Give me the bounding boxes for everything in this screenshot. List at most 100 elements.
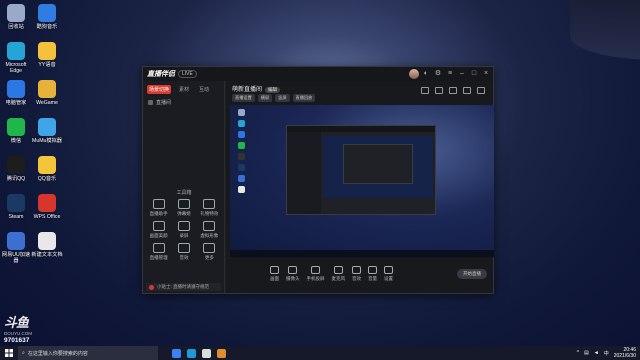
room-chip[interactable]: 直播回放 xyxy=(292,94,316,102)
nested-preview-window xyxy=(286,125,436,215)
desktop-icon[interactable]: YY语音 xyxy=(31,42,63,68)
control-icon xyxy=(270,266,279,274)
tool-label: 直播管理 xyxy=(149,255,168,260)
desktop-icon[interactable]: 酷狗音乐 xyxy=(31,4,63,30)
skin-icon[interactable]: ◐ xyxy=(422,70,430,78)
tool-icon xyxy=(177,199,190,209)
desktop-icon[interactable]: 回收站 xyxy=(0,4,32,30)
desktop-icon[interactable]: 新建文本文档 xyxy=(31,232,63,258)
close-icon[interactable]: × xyxy=(482,70,490,78)
control-button[interactable]: 摄像头 xyxy=(286,266,300,282)
layout-icon[interactable] xyxy=(421,87,429,94)
desktop-icon[interactable]: 微信 xyxy=(0,118,32,144)
desktop-icon[interactable]: 网易UU加速器 xyxy=(0,232,32,264)
portrait-icon[interactable] xyxy=(463,87,471,94)
control-button[interactable]: 画面 xyxy=(270,266,279,282)
left-footer-text: 小贴士: 直播时请遵守规范 xyxy=(157,284,209,289)
wechat-icon xyxy=(7,118,25,136)
douyu-watermark: 斗鱼 DOUYU.COM 9701637 xyxy=(4,312,44,344)
tool-button[interactable]: 录屏 xyxy=(171,221,196,239)
tool-label: 直播助手 xyxy=(149,211,168,216)
control-icon xyxy=(288,266,298,274)
tool-button[interactable]: 直播助手 xyxy=(146,199,171,217)
volume-icon[interactable]: ◄ xyxy=(594,350,599,356)
stream-preview[interactable] xyxy=(230,105,494,257)
control-icon xyxy=(384,266,393,274)
control-label: 手机投屏 xyxy=(306,276,325,281)
uu-icon xyxy=(7,232,25,250)
desktop-icon-label: WPS Office xyxy=(33,214,61,220)
room-edit-badge[interactable]: 编辑 xyxy=(265,87,281,93)
taskbar-app-icon[interactable] xyxy=(217,348,226,358)
desktop-icon-label: Microsoft Edge xyxy=(5,62,27,74)
taskbar-search[interactable]: ⌕ 在这里输入你要搜索的内容 xyxy=(18,346,158,360)
tray-up-icon[interactable]: ^ xyxy=(577,350,579,356)
control-button[interactable]: 麦克风 xyxy=(332,266,345,282)
minimize-icon[interactable]: – xyxy=(458,70,466,78)
ime-icon[interactable]: 中 xyxy=(604,350,609,357)
live-streaming-app-window[interactable]: 直播伴侣 LIVE ◐ ⚙ ≡ – □ × 场景切换 素材 互动 直播间 工具箱 直… xyxy=(142,66,494,294)
app-logo: 直播伴侣 xyxy=(147,71,175,78)
app-titlebar[interactable]: 直播伴侣 LIVE ◐ ⚙ ≡ – □ × xyxy=(143,67,493,81)
tab-2[interactable]: 互动 xyxy=(197,85,211,94)
room-chip[interactable]: 竖屏 xyxy=(275,94,290,102)
user-avatar[interactable] xyxy=(409,69,419,79)
app-logo-badge: LIVE xyxy=(178,70,197,78)
fullscreen-icon[interactable] xyxy=(477,87,485,94)
taskbar-app-icon[interactable] xyxy=(202,348,211,358)
desktop-icon[interactable]: QQ音乐 xyxy=(31,156,63,182)
crop-icon[interactable] xyxy=(435,87,443,94)
tool-button[interactable]: 直播管理 xyxy=(146,243,171,261)
desktop-icon-label: 腾讯QQ xyxy=(6,176,26,182)
tool-button[interactable]: 礼物特效 xyxy=(197,199,222,217)
desktop-icon[interactable]: WeGame xyxy=(31,80,63,106)
landscape-icon[interactable] xyxy=(449,87,457,94)
tab-0[interactable]: 场景切换 xyxy=(147,85,172,94)
start-button[interactable] xyxy=(0,346,18,360)
wegame-icon xyxy=(38,80,56,98)
left-footer[interactable]: 小贴士: 直播时请遵守规范 xyxy=(146,283,221,291)
tool-button[interactable]: 更多 xyxy=(197,243,222,261)
room-chip[interactable]: 横屏 xyxy=(257,94,273,102)
system-tray[interactable]: ^ ▤ ◄ 中 20:46 2021/6/30 xyxy=(577,346,636,360)
room-title[interactable]: 萌新直播间 编辑 xyxy=(232,84,281,93)
tool-icon xyxy=(203,243,216,253)
room-chip[interactable]: 直播设置 xyxy=(232,94,255,102)
tool-icon xyxy=(177,243,190,253)
control-button[interactable]: 音效 xyxy=(352,266,361,282)
maximize-icon[interactable]: □ xyxy=(470,70,478,78)
tools-title: 工具箱 xyxy=(176,190,192,196)
scene-row[interactable]: 直播间 xyxy=(143,96,224,109)
control-button[interactable]: 手机投屏 xyxy=(307,266,325,282)
control-button[interactable]: 设置 xyxy=(384,266,393,282)
tool-button[interactable]: 画面美颜 xyxy=(146,221,171,239)
desktop-icon[interactable]: 腾讯QQ xyxy=(0,156,32,182)
go-live-button[interactable]: 开始直播 xyxy=(457,269,487,279)
yy-icon xyxy=(38,42,56,60)
control-label: 音效 xyxy=(352,276,361,281)
desktop-icon[interactable]: WPS Office xyxy=(31,194,63,220)
desktop-icon[interactable]: Steam xyxy=(0,194,32,220)
desktop-icon-label: 酷狗音乐 xyxy=(36,24,58,30)
network-icon[interactable]: ▤ xyxy=(584,350,589,356)
desktop-icon[interactable]: MuMu模拟器 xyxy=(31,118,63,144)
taskbar-app-icon[interactable] xyxy=(172,348,181,358)
desktop-icon-label: YY语音 xyxy=(38,62,56,68)
desktop-icon-label: WeGame xyxy=(36,100,58,106)
qq-icon xyxy=(7,156,25,174)
control-icon xyxy=(368,266,377,274)
desktop-icon[interactable]: Microsoft Edge xyxy=(0,42,32,74)
settings-icon[interactable]: ⚙ xyxy=(434,70,442,78)
clock[interactable]: 20:46 2021/6/30 xyxy=(614,347,636,359)
tool-button[interactable]: 弹幕姬 xyxy=(171,199,196,217)
taskbar-app-icon[interactable] xyxy=(187,348,196,358)
menu-icon[interactable]: ≡ xyxy=(446,70,454,78)
desktop-icons: 回收站 酷狗音乐 Microsoft Edge YY语音电脑管家 WeGame 微信 MuM… xyxy=(0,0,70,290)
tool-button[interactable]: 音效 xyxy=(171,243,196,261)
tool-button[interactable]: 虚拟形象 xyxy=(197,221,222,239)
right-panel: 萌新直播间 编辑 直播设置 横屏 竖屏 直播回放 画面 摄像头 手机投屏 麦克风音 xyxy=(226,81,494,293)
tab-1[interactable]: 素材 xyxy=(177,85,191,94)
control-label: 摄像头 xyxy=(286,276,300,281)
desktop-icon[interactable]: 电脑管家 xyxy=(0,80,32,106)
control-button[interactable]: 音量 xyxy=(368,266,377,282)
